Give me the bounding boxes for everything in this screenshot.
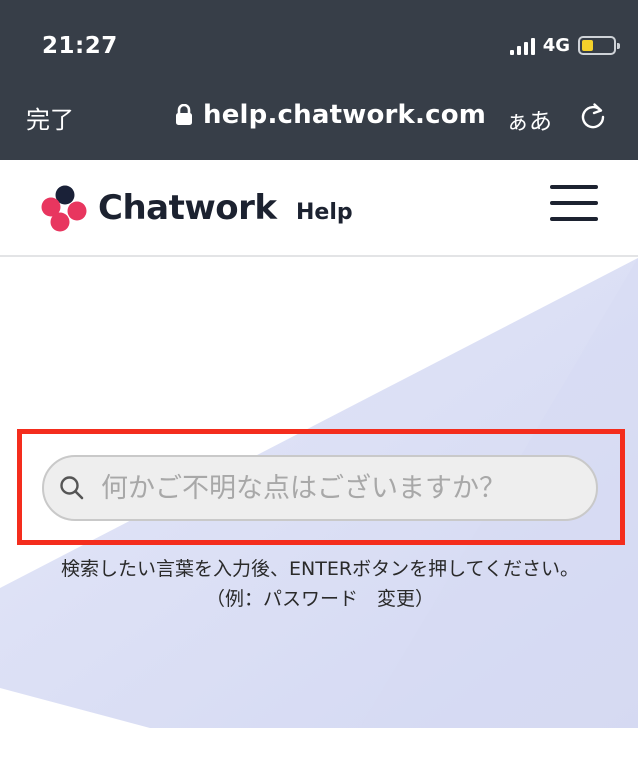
done-button[interactable]: 完了 <box>26 100 74 135</box>
search-input[interactable] <box>101 472 581 504</box>
network-type: 4G <box>542 35 570 56</box>
brand-name[interactable]: Chatwork <box>98 188 277 228</box>
status-indicators: 4G <box>509 35 620 56</box>
status-time: 21:27 <box>42 33 118 59</box>
hero-section: 検索したい言葉を入力後、ENTERボタンを押してください。 （例：パスワード 変… <box>0 258 638 728</box>
search-box[interactable] <box>42 455 598 521</box>
hamburger-menu-icon[interactable] <box>550 184 598 222</box>
search-example-text: （例：パスワード 変更） <box>205 588 434 610</box>
text-size-button[interactable]: ぁあ <box>506 102 552 136</box>
site-header: Chatwork Help <box>0 160 638 257</box>
reload-icon[interactable] <box>578 101 608 131</box>
address-bar[interactable]: help.chatwork.com <box>175 100 486 130</box>
signal-icon <box>509 37 535 55</box>
lock-icon <box>175 103 193 126</box>
chatwork-logo-icon[interactable] <box>40 184 90 234</box>
battery-icon <box>578 36 620 55</box>
search-hint: 検索したい言葉を入力後、ENTERボタンを押してください。 （例：パスワード 変… <box>40 554 600 614</box>
browser-chrome: 21:27 4G 完了 help.chatwork.com ぁあ <box>0 0 638 160</box>
url-text: help.chatwork.com <box>203 100 487 130</box>
search-hint-text: 検索したい言葉を入力後、ENTERボタンを押してください。 <box>61 558 579 580</box>
search-icon <box>57 473 87 503</box>
help-label: Help <box>296 200 353 225</box>
